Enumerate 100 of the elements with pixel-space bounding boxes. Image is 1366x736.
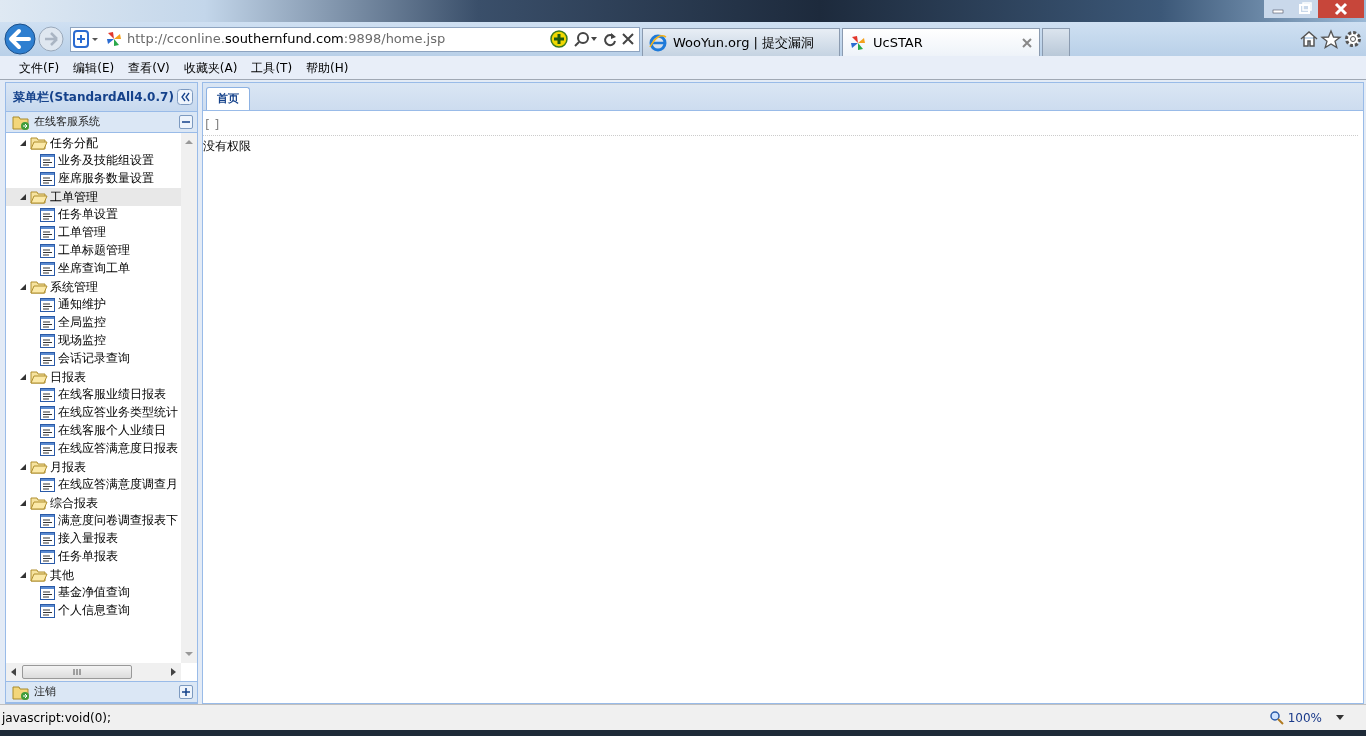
tree-item[interactable]: 满意度问卷调查报表下: [6, 512, 181, 530]
address-field[interactable]: http://cconline.southernfund.com:9898/home.jsp: [70, 26, 640, 52]
folder-icon: [12, 684, 30, 700]
bracket-text: [ ]: [205, 117, 220, 132]
expander-icon[interactable]: [18, 138, 28, 148]
refresh-icon[interactable]: [603, 31, 617, 47]
tree-item[interactable]: 业务及技能组设置: [6, 152, 181, 170]
tree-item[interactable]: 在线客服业绩日报表: [6, 386, 181, 404]
document-icon: [40, 406, 56, 420]
horizontal-scrollbar[interactable]: [6, 663, 181, 681]
document-icon: [40, 352, 56, 366]
right-arrow-icon[interactable]: [169, 667, 177, 677]
magnifier-icon: [1269, 710, 1284, 725]
tree-item[interactable]: 在线客服个人业绩日: [6, 422, 181, 440]
document-icon: [40, 208, 56, 222]
tree-node[interactable]: 综合报表: [6, 494, 181, 512]
folder-icon: [30, 459, 48, 475]
star-icon[interactable]: [1320, 29, 1342, 49]
document-icon: [40, 154, 56, 168]
collapse-icon[interactable]: [177, 89, 193, 105]
folder-icon: [30, 279, 48, 295]
menu-item[interactable]: 查看(V): [121, 58, 177, 77]
document-icon: [40, 550, 56, 564]
tree-item[interactable]: 在线应答满意度调查月: [6, 476, 181, 494]
grip-icon: [72, 668, 82, 676]
tree-node[interactable]: 工单管理: [6, 188, 181, 206]
document-icon: [40, 532, 56, 546]
tree-node[interactable]: 系统管理: [6, 278, 181, 296]
tree-item[interactable]: 在线应答业务类型统计: [6, 404, 181, 422]
expander-icon[interactable]: [18, 498, 28, 508]
tree-item[interactable]: 个人信息查询: [6, 602, 181, 620]
close-icon[interactable]: [621, 32, 635, 46]
document-icon: [40, 514, 56, 528]
tree-item[interactable]: 现场监控: [6, 332, 181, 350]
tree-item[interactable]: 工单标题管理: [6, 242, 181, 260]
caret-icon: [1336, 715, 1344, 720]
document-icon: [40, 226, 56, 240]
expander-icon[interactable]: [18, 372, 28, 382]
document-icon: [40, 244, 56, 258]
folder-icon: [12, 114, 30, 130]
pinwheel-icon: [849, 33, 867, 52]
tree-item[interactable]: 坐席查询工单: [6, 260, 181, 278]
tree-item[interactable]: 基金净值查询: [6, 584, 181, 602]
plus-icon[interactable]: [549, 29, 569, 49]
document-icon: [40, 586, 56, 600]
menu-item[interactable]: 工具(T): [244, 58, 300, 77]
tree-item[interactable]: 工单管理: [6, 224, 181, 242]
tree-item[interactable]: 在线应答满意度日报表: [6, 440, 181, 458]
document-icon: [40, 604, 56, 618]
compatibility-view-icon[interactable]: [71, 28, 101, 50]
document-icon: [40, 388, 56, 402]
expander-icon[interactable]: [18, 570, 28, 580]
tree-node[interactable]: 其他: [6, 566, 181, 584]
ie-logo-icon: [649, 33, 667, 52]
section-title: 注销: [34, 683, 56, 700]
menu-item[interactable]: 编辑(E): [66, 58, 122, 77]
page-tab[interactable]: 首页: [206, 87, 250, 110]
document-icon: [40, 316, 56, 330]
expander-icon[interactable]: [18, 192, 28, 202]
status-text: javascript:void(0);: [2, 709, 112, 727]
scrollbar-thumb[interactable]: [22, 665, 132, 679]
tree-item[interactable]: 会话记录查询: [6, 350, 181, 368]
tree-item[interactable]: 任务单设置: [6, 206, 181, 224]
tree-node[interactable]: 月报表: [6, 458, 181, 476]
expander-icon[interactable]: [18, 462, 28, 472]
folder-icon: [30, 567, 48, 583]
section-title: 在线客服系统: [34, 113, 100, 130]
document-icon: [40, 262, 56, 276]
search-icon[interactable]: [573, 30, 599, 48]
expander-icon[interactable]: [18, 282, 28, 292]
sidebar-title: 菜单栏(StandardAll4.0.7): [13, 89, 174, 106]
document-icon: [40, 334, 56, 348]
tree-node[interactable]: 任务分配: [6, 134, 181, 152]
document-icon: [40, 442, 56, 456]
tree-item[interactable]: 座席服务数量设置: [6, 170, 181, 188]
document-icon: [40, 298, 56, 312]
tree-item[interactable]: 任务单报表: [6, 548, 181, 566]
zoom-control[interactable]: 100%: [1269, 708, 1344, 727]
menu-item[interactable]: 帮助(H): [299, 58, 356, 77]
document-icon: [40, 172, 56, 186]
tree-item[interactable]: 通知维护: [6, 296, 181, 314]
close-button[interactable]: [1318, 0, 1364, 18]
document-icon: [40, 424, 56, 438]
browser-tab[interactable]: WooYun.org | 提交漏洞: [642, 28, 840, 56]
section-header[interactable]: 注销: [6, 681, 197, 703]
menu-item[interactable]: 文件(F): [12, 58, 67, 77]
tree-item[interactable]: 接入量报表: [6, 530, 181, 548]
folder-icon: [30, 495, 48, 511]
menu-item[interactable]: 收藏夹(A): [176, 58, 245, 77]
pinwheel-icon: [105, 30, 123, 48]
section-header[interactable]: 在线客服系统: [6, 111, 197, 133]
tree-node[interactable]: 日报表: [6, 368, 181, 386]
browser-tab[interactable]: UcSTAR: [842, 28, 1040, 56]
document-icon: [40, 478, 56, 492]
left-arrow-icon[interactable]: [10, 667, 18, 677]
message-text: 没有权限: [203, 137, 252, 155]
home-icon[interactable]: [1298, 29, 1320, 49]
folder-icon: [30, 369, 48, 385]
tree-item[interactable]: 全局监控: [6, 314, 181, 332]
folder-icon: [30, 135, 48, 151]
